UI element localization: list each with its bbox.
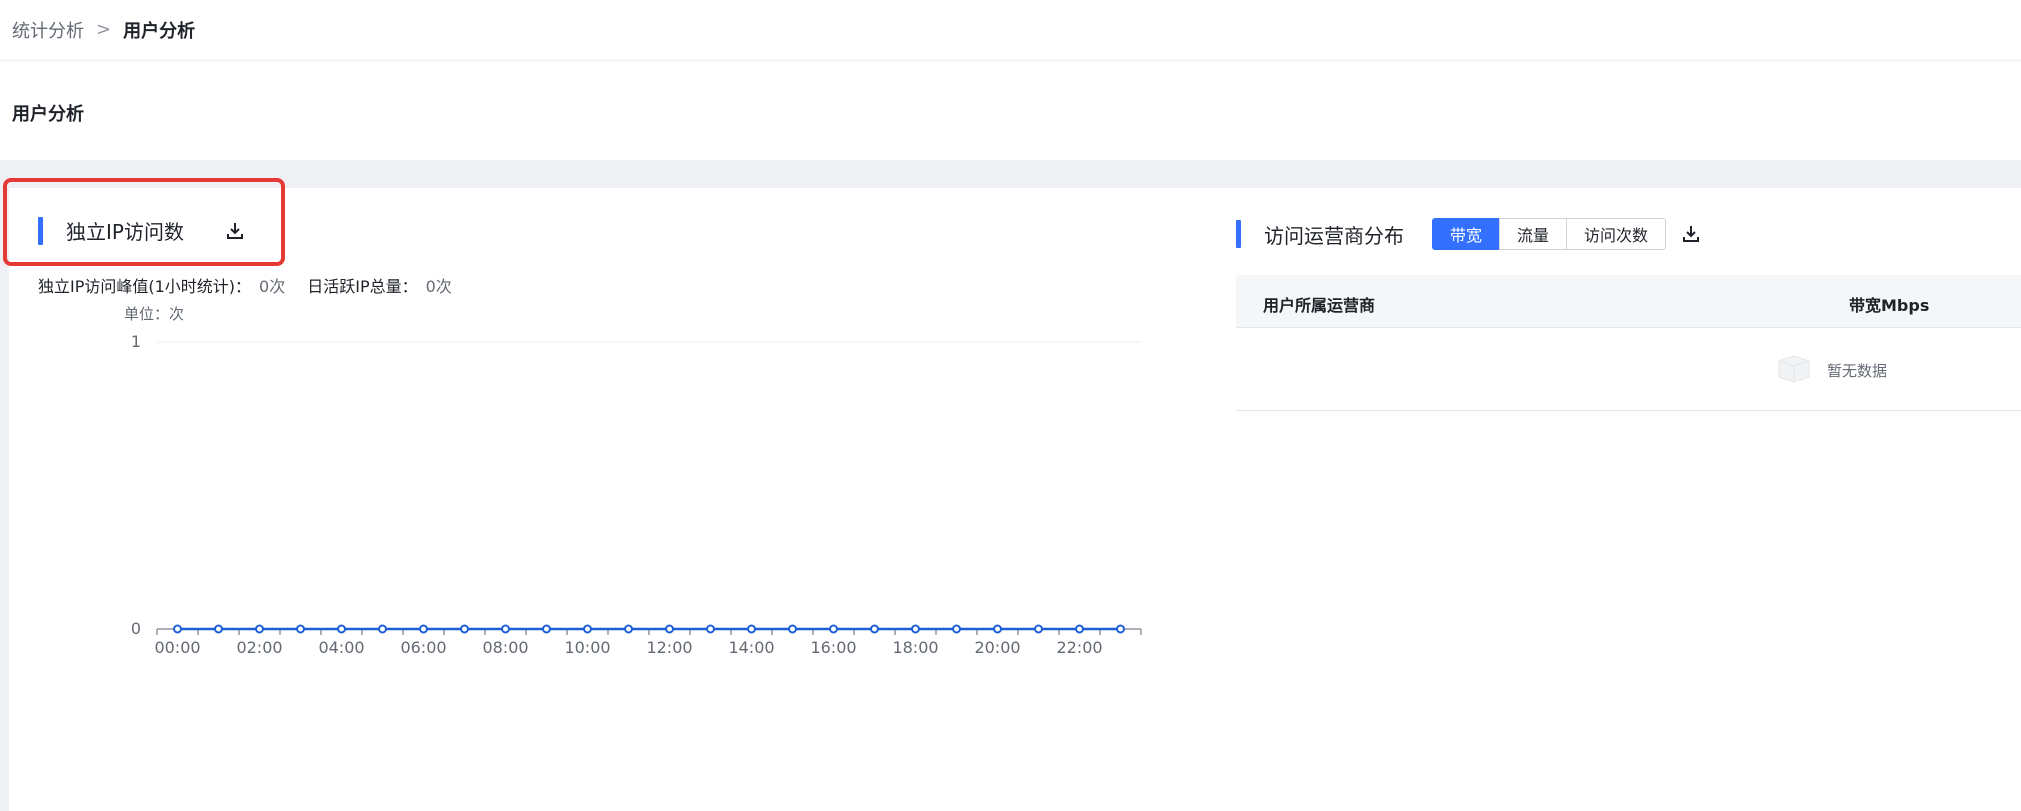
- tab-bandwidth[interactable]: 带宽: [1432, 218, 1501, 250]
- tab-visits[interactable]: 访问次数: [1566, 218, 1667, 250]
- x-tick-label: 08:00: [482, 638, 528, 657]
- x-tick-label: 14:00: [728, 638, 774, 657]
- x-tick-label: 02:00: [236, 638, 282, 657]
- x-tick-label: 04:00: [318, 638, 364, 657]
- data-point: [337, 624, 346, 634]
- metric-tabs: 带宽 流量 访问次数: [1432, 218, 1667, 250]
- empty-state: 暂无数据: [1236, 329, 2021, 411]
- carrier-table-header: 用户所属运营商 带宽Mbps: [1236, 275, 2021, 328]
- empty-text: 暂无数据: [1827, 361, 1888, 380]
- data-point: [460, 624, 469, 634]
- data-point: [1075, 624, 1084, 634]
- data-point: [542, 624, 551, 634]
- column-bandwidth: 带宽Mbps: [1849, 296, 1930, 315]
- data-point: [665, 624, 674, 634]
- data-point: [214, 624, 223, 634]
- data-point: [173, 624, 182, 634]
- x-tick-label: 06:00: [400, 638, 446, 657]
- carrier-title: 访问运营商分布: [1264, 223, 1404, 248]
- tab-traffic[interactable]: 流量: [1499, 218, 1568, 250]
- data-point: [788, 624, 797, 634]
- data-point: [1034, 624, 1043, 634]
- data-point: [911, 624, 920, 634]
- x-tick-label: 16:00: [810, 638, 856, 657]
- section-accent-bar: [1236, 220, 1241, 248]
- x-tick-label: 10:00: [564, 638, 610, 657]
- empty-box-icon: [1775, 353, 1813, 387]
- data-point: [952, 624, 961, 634]
- data-point: [829, 624, 838, 634]
- data-point: [419, 624, 428, 634]
- column-carrier: 用户所属运营商: [1263, 296, 1376, 315]
- data-point: [378, 624, 387, 634]
- data-point: [747, 624, 756, 634]
- data-point: [501, 624, 510, 634]
- carrier-header: 访问运营商分布 带宽 流量 访问次数: [1236, 218, 1702, 250]
- x-tick-label: 18:00: [892, 638, 938, 657]
- data-point: [870, 624, 879, 634]
- x-tick-label: 12:00: [646, 638, 692, 657]
- y-tick-label: 0: [131, 619, 141, 638]
- x-tick-label: 20:00: [974, 638, 1020, 657]
- x-tick-label: 00:00: [154, 638, 200, 657]
- data-point: [583, 624, 592, 634]
- data-point: [993, 624, 1002, 634]
- data-point: [296, 624, 305, 634]
- y-tick-label: 1: [131, 332, 141, 351]
- x-tick-label: 22:00: [1056, 638, 1102, 657]
- data-point: [706, 624, 715, 634]
- data-point: [624, 624, 633, 634]
- download-icon[interactable]: [1680, 223, 1702, 245]
- data-point: [1116, 624, 1125, 634]
- data-point: [255, 624, 264, 634]
